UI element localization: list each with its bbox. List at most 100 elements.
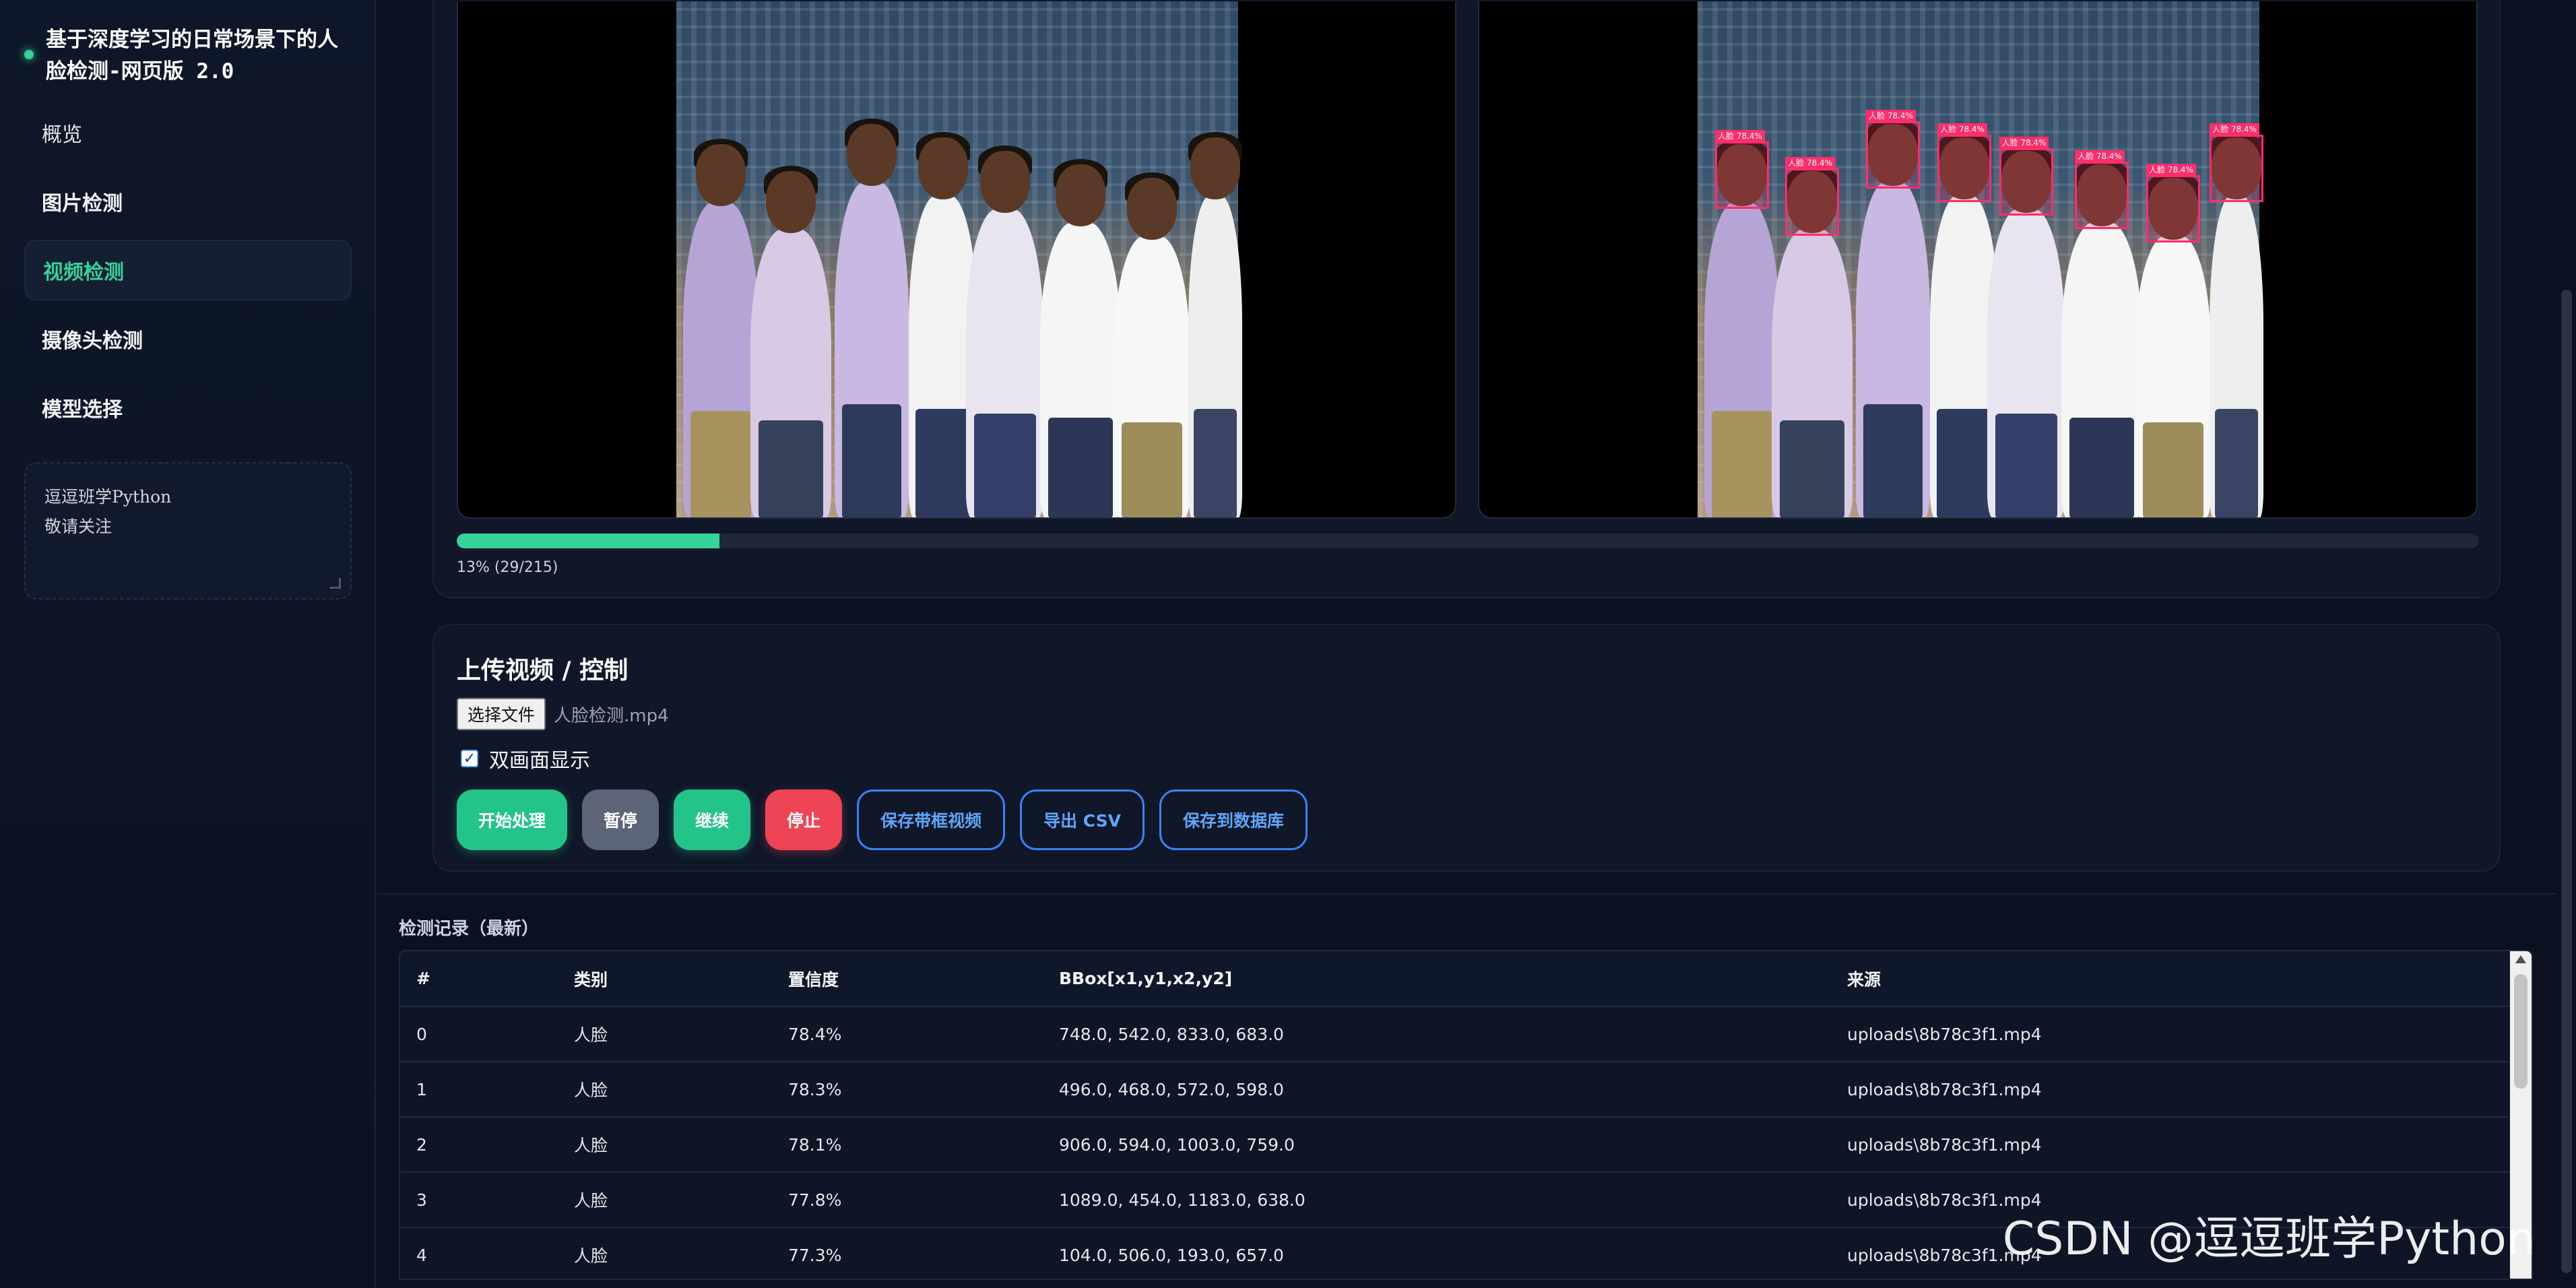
page-scrollbar[interactable] bbox=[2557, 0, 2576, 1288]
face-bounding-box: 人脸 78.4% bbox=[1999, 137, 2053, 216]
progress-text: 13% (29/215) bbox=[457, 559, 558, 576]
upload-control-panel: 上传视频 / 控制 选择文件 人脸检测.mp4 ✓ 双画面显示 开始处理 暂停 … bbox=[432, 624, 2501, 872]
cell-index: 1 bbox=[400, 1062, 558, 1118]
face-bounding-box: 人脸 78.4% bbox=[2146, 164, 2200, 243]
child-figure bbox=[2135, 172, 2211, 517]
pause-button[interactable]: 暂停 bbox=[582, 790, 659, 850]
sidebar-item-model-selection[interactable]: 模型选择 bbox=[24, 377, 352, 438]
face-box-label: 人脸 78.4% bbox=[1937, 123, 1987, 135]
records-title: 检测记录（最新） bbox=[399, 919, 540, 939]
cell-bbox: 104.0, 506.0, 193.0, 657.0 bbox=[1043, 1227, 1831, 1279]
child-figure bbox=[750, 166, 831, 517]
face-bounding-box: 人脸 78.4% bbox=[2210, 123, 2263, 202]
file-picker: 选择文件 人脸检测.mp4 bbox=[457, 698, 669, 730]
cell-class: 人脸 bbox=[558, 1172, 772, 1228]
cell-class: 人脸 bbox=[558, 1117, 772, 1173]
scroll-up-arrow-icon[interactable] bbox=[2515, 955, 2526, 963]
cell-confidence: 77.8% bbox=[772, 1172, 1043, 1228]
cell-class: 人脸 bbox=[558, 1006, 772, 1062]
cell-bbox: 748.0, 542.0, 833.0, 683.0 bbox=[1043, 1006, 1831, 1062]
cell-class: 人脸 bbox=[558, 1062, 772, 1118]
column-header-class: 类别 bbox=[558, 951, 772, 1007]
progress-bar bbox=[457, 534, 2479, 548]
sidebar-item-image-detection[interactable]: 图片检测 bbox=[24, 171, 352, 232]
dual-view-option: ✓ 双画面显示 bbox=[461, 744, 590, 773]
original-video-frame bbox=[457, 1, 1456, 519]
status-dot-icon bbox=[24, 50, 34, 59]
note-textarea[interactable]: 逗逗班学Python 敬请关注 bbox=[24, 462, 352, 600]
column-header-index: # bbox=[400, 951, 558, 1007]
app-title: 基于深度学习的日常场景下的人脸检测-网页版 2.0 bbox=[46, 28, 338, 84]
sidebar-item-video-detection[interactable]: 视频检测 bbox=[24, 240, 352, 300]
cell-confidence: 78.1% bbox=[772, 1117, 1043, 1173]
detected-video-frame: 人脸 78.4% 人脸 78.4% 人脸 78.4% 人脸 78.4% 人脸 78.4%… bbox=[1478, 1, 2478, 519]
watermark-text: CSDN @逗逗班学Python bbox=[2002, 1213, 2536, 1266]
stop-button[interactable]: 停止 bbox=[765, 790, 843, 850]
cell-index: 0 bbox=[400, 1006, 558, 1062]
cell-source: uploads\8b78c3f1.mp4 bbox=[1831, 1062, 2511, 1118]
resize-handle-icon[interactable] bbox=[330, 578, 341, 589]
note-line: 敬请关注 bbox=[44, 517, 112, 536]
cell-bbox: 1089.0, 454.0, 1183.0, 638.0 bbox=[1043, 1172, 1831, 1228]
control-panel-title: 上传视频 / 控制 bbox=[457, 657, 629, 684]
child-figure bbox=[1114, 172, 1190, 517]
face-bounding-box: 人脸 78.4% bbox=[1937, 123, 1991, 202]
progress-fill bbox=[457, 534, 720, 548]
face-box-label: 人脸 78.4% bbox=[1999, 137, 2049, 149]
face-box-label: 人脸 78.4% bbox=[2210, 123, 2259, 135]
page-scroll-thumb[interactable] bbox=[2561, 290, 2572, 1273]
sidebar: 基于深度学习的日常场景下的人脸检测-网页版 2.0 概览 图片检测 视频检测 摄… bbox=[0, 0, 376, 1288]
child-figure bbox=[835, 119, 909, 517]
column-header-bbox: BBox[x1,y1,x2,y2] bbox=[1043, 951, 1831, 1007]
cell-confidence: 77.3% bbox=[772, 1227, 1043, 1279]
resume-button[interactable]: 继续 bbox=[674, 790, 751, 850]
child-figure bbox=[1704, 139, 1780, 517]
child-figure bbox=[2061, 159, 2142, 517]
table-row: 0 人脸 78.4% 748.0, 542.0, 833.0, 683.0 up… bbox=[400, 1006, 2511, 1062]
child-figure bbox=[966, 146, 1043, 517]
child-figure bbox=[1987, 146, 2065, 517]
cell-confidence: 78.3% bbox=[772, 1062, 1043, 1118]
table-scroll-thumb[interactable] bbox=[2514, 974, 2527, 1089]
cell-bbox: 496.0, 468.0, 572.0, 598.0 bbox=[1043, 1062, 1831, 1118]
child-figure bbox=[1772, 166, 1853, 517]
table-header-row: # 类别 置信度 BBox[x1,y1,x2,y2] 来源 bbox=[400, 951, 2511, 1007]
video-panel: 人脸 78.4% 人脸 78.4% 人脸 78.4% 人脸 78.4% 人脸 78.4%… bbox=[432, 0, 2501, 598]
cell-bbox: 906.0, 594.0, 1003.0, 759.0 bbox=[1043, 1117, 1831, 1173]
save-video-button[interactable]: 保存带框视频 bbox=[857, 790, 1006, 850]
face-box-label: 人脸 78.4% bbox=[1715, 130, 1765, 142]
face-box-label: 人脸 78.4% bbox=[1785, 157, 1835, 169]
export-csv-button[interactable]: 导出 CSV bbox=[1020, 790, 1145, 850]
dual-view-checkbox[interactable]: ✓ bbox=[461, 750, 478, 767]
save-database-button[interactable]: 保存到数据库 bbox=[1159, 790, 1308, 850]
note-line: 逗逗班学Python bbox=[44, 487, 172, 507]
cell-index: 4 bbox=[400, 1227, 558, 1279]
start-button[interactable]: 开始处理 bbox=[457, 790, 568, 850]
child-figure bbox=[1188, 132, 1242, 517]
cell-source: uploads\8b78c3f1.mp4 bbox=[1831, 1117, 2511, 1173]
video-scene-image: 人脸 78.4% 人脸 78.4% 人脸 78.4% 人脸 78.4% 人脸 78.4%… bbox=[1698, 1, 2263, 517]
sidebar-item-camera-detection[interactable]: 摄像头检测 bbox=[24, 309, 352, 369]
table-row: 2 人脸 78.1% 906.0, 594.0, 1003.0, 759.0 u… bbox=[400, 1117, 2511, 1173]
cell-class: 人脸 bbox=[558, 1227, 772, 1279]
video-scene-image bbox=[676, 1, 1242, 517]
sidebar-nav: 概览 图片检测 视频检测 摄像头检测 模型选择 bbox=[24, 102, 352, 446]
cell-index: 3 bbox=[400, 1172, 558, 1228]
face-bounding-box: 人脸 78.4% bbox=[2075, 150, 2129, 229]
face-bounding-box: 人脸 78.4% bbox=[1715, 130, 1769, 209]
face-bounding-box: 人脸 78.4% bbox=[1866, 110, 1920, 189]
dual-view-label: 双画面显示 bbox=[489, 749, 590, 773]
main-content: 人脸 78.4% 人脸 78.4% 人脸 78.4% 人脸 78.4% 人脸 78.4%… bbox=[377, 0, 2556, 1288]
child-figure bbox=[1856, 119, 1930, 517]
choose-file-button[interactable]: 选择文件 bbox=[457, 698, 546, 730]
face-box-label: 人脸 78.4% bbox=[1866, 110, 1916, 122]
cell-confidence: 78.4% bbox=[772, 1006, 1043, 1062]
sidebar-item-overview[interactable]: 概览 bbox=[24, 102, 352, 163]
control-buttons: 开始处理 暂停 继续 停止 保存带框视频 导出 CSV 保存到数据库 bbox=[457, 790, 1308, 850]
cell-source: uploads\8b78c3f1.mp4 bbox=[1831, 1006, 2511, 1062]
child-figure bbox=[683, 139, 759, 517]
column-header-source: 来源 bbox=[1831, 951, 2511, 1007]
face-box-label: 人脸 78.4% bbox=[2146, 164, 2196, 176]
child-figure bbox=[2210, 132, 2263, 517]
child-figure bbox=[1040, 159, 1121, 517]
